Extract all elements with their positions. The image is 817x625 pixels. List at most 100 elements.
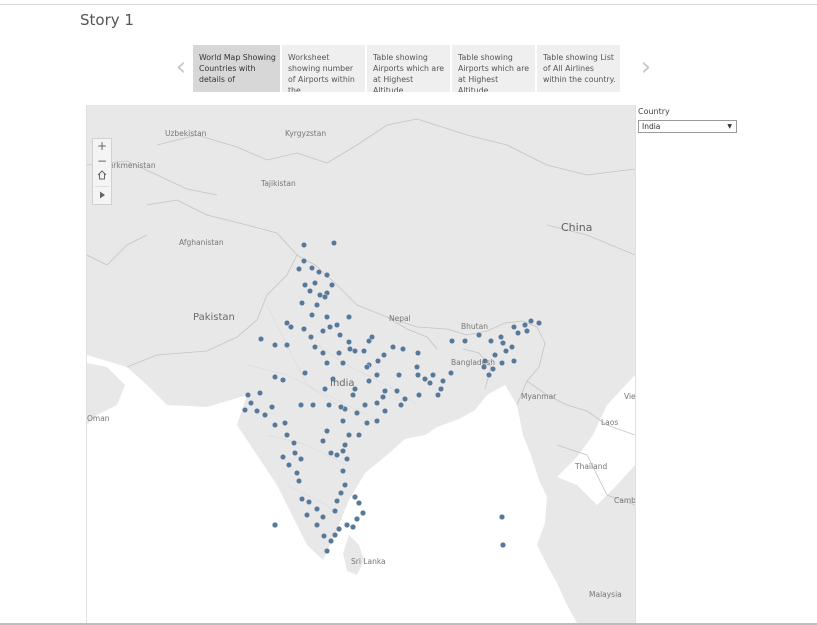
airport-marker[interactable] — [337, 404, 344, 411]
zoom-in-button[interactable]: + — [93, 139, 111, 154]
airport-marker[interactable] — [313, 506, 320, 513]
story-point-2[interactable]: Worksheet showing number of Airports wit… — [282, 45, 365, 92]
airport-marker[interactable] — [503, 347, 510, 354]
airport-marker[interactable] — [320, 533, 327, 540]
chevron-right-icon[interactable]: › — [639, 54, 653, 80]
airport-marker[interactable] — [241, 407, 248, 414]
airport-marker[interactable] — [330, 239, 337, 246]
airport-marker[interactable] — [290, 440, 297, 447]
airport-marker[interactable] — [356, 432, 363, 439]
airport-marker[interactable] — [354, 410, 361, 417]
airport-marker[interactable] — [268, 404, 275, 411]
airport-marker[interactable] — [306, 287, 313, 294]
airport-marker[interactable] — [356, 500, 363, 507]
airport-marker[interactable] — [300, 241, 307, 248]
airport-marker[interactable] — [308, 264, 315, 271]
airport-marker[interactable] — [415, 349, 422, 356]
airport-marker[interactable] — [297, 402, 304, 409]
airport-marker[interactable] — [319, 438, 326, 445]
airport-marker[interactable] — [361, 347, 368, 354]
airport-marker[interactable] — [354, 516, 361, 523]
airport-marker[interactable] — [279, 454, 286, 461]
airport-marker[interactable] — [339, 468, 346, 475]
airport-marker[interactable] — [308, 311, 315, 318]
airport-marker[interactable] — [257, 335, 264, 342]
airport-marker[interactable] — [369, 333, 376, 340]
home-icon[interactable] — [93, 169, 111, 184]
airport-marker[interactable] — [253, 408, 260, 415]
airport-marker[interactable] — [400, 345, 407, 352]
airport-marker[interactable] — [335, 526, 342, 533]
airport-marker[interactable] — [261, 412, 268, 419]
airport-marker[interactable] — [366, 378, 373, 385]
airport-marker[interactable] — [380, 394, 387, 401]
airport-marker[interactable] — [271, 422, 278, 429]
airport-marker[interactable] — [374, 372, 381, 379]
airport-marker[interactable] — [352, 494, 359, 501]
airport-marker[interactable] — [341, 442, 348, 449]
airport-marker[interactable] — [462, 337, 469, 344]
airport-marker[interactable] — [448, 370, 455, 377]
airport-marker[interactable] — [279, 377, 286, 384]
airport-marker[interactable] — [524, 327, 531, 334]
airport-marker[interactable] — [422, 376, 429, 383]
airport-marker[interactable] — [323, 271, 330, 278]
airport-marker[interactable] — [323, 313, 330, 320]
airport-marker[interactable] — [360, 510, 367, 517]
airport-marker[interactable] — [511, 357, 518, 364]
airport-marker[interactable] — [331, 508, 338, 515]
airport-marker[interactable] — [415, 372, 422, 379]
airport-marker[interactable] — [347, 345, 354, 352]
airport-marker[interactable] — [300, 325, 307, 332]
airport-marker[interactable] — [295, 265, 302, 272]
airport-marker[interactable] — [341, 482, 348, 489]
airport-marker[interactable] — [339, 359, 346, 366]
zoom-out-button[interactable]: − — [93, 154, 111, 169]
airport-marker[interactable] — [301, 281, 308, 288]
airport-marker[interactable] — [375, 357, 382, 364]
airport-marker[interactable] — [333, 321, 340, 328]
airport-marker[interactable] — [315, 268, 322, 275]
airport-marker[interactable] — [382, 388, 389, 395]
airport-marker[interactable] — [244, 392, 251, 399]
airport-marker[interactable] — [528, 317, 535, 324]
airport-marker[interactable] — [319, 514, 326, 521]
airport-marker[interactable] — [337, 490, 344, 497]
airport-marker[interactable] — [499, 359, 506, 366]
story-point-1[interactable]: World Map Showing Countries with details… — [193, 45, 280, 92]
airport-marker[interactable] — [490, 366, 497, 373]
airport-marker[interactable] — [381, 351, 388, 358]
airport-marker[interactable] — [319, 349, 326, 356]
airport-marker[interactable] — [509, 343, 516, 350]
airport-marker[interactable] — [327, 450, 334, 457]
airport-marker[interactable] — [396, 372, 403, 379]
airport-marker[interactable] — [511, 323, 518, 330]
airport-marker[interactable] — [339, 448, 346, 455]
airport-marker[interactable] — [364, 364, 371, 371]
airport-marker[interactable] — [298, 299, 305, 306]
airport-marker[interactable] — [327, 538, 334, 545]
airport-marker[interactable] — [339, 418, 346, 425]
airport-marker[interactable] — [283, 319, 290, 326]
airport-marker[interactable] — [300, 257, 307, 264]
airport-marker[interactable] — [301, 370, 308, 377]
airport-marker[interactable] — [344, 522, 351, 529]
airport-marker[interactable] — [305, 499, 312, 506]
airport-marker[interactable] — [499, 514, 506, 521]
airport-marker[interactable] — [344, 456, 351, 463]
airport-marker[interactable] — [500, 542, 507, 549]
airport-marker[interactable] — [321, 386, 328, 393]
story-point-5[interactable]: Table showing List of All Airlines withi… — [537, 45, 620, 92]
airport-marker[interactable] — [283, 341, 290, 348]
airport-marker[interactable] — [449, 337, 456, 344]
airport-marker[interactable] — [309, 402, 316, 409]
airport-marker[interactable] — [335, 349, 342, 356]
airport-marker[interactable] — [325, 402, 332, 409]
play-icon[interactable] — [93, 189, 111, 204]
airport-marker[interactable] — [271, 341, 278, 348]
airport-marker[interactable] — [333, 498, 340, 505]
airport-marker[interactable] — [515, 329, 522, 336]
airport-marker[interactable] — [536, 319, 543, 326]
airport-marker[interactable] — [331, 532, 338, 539]
airport-marker[interactable] — [285, 462, 292, 469]
